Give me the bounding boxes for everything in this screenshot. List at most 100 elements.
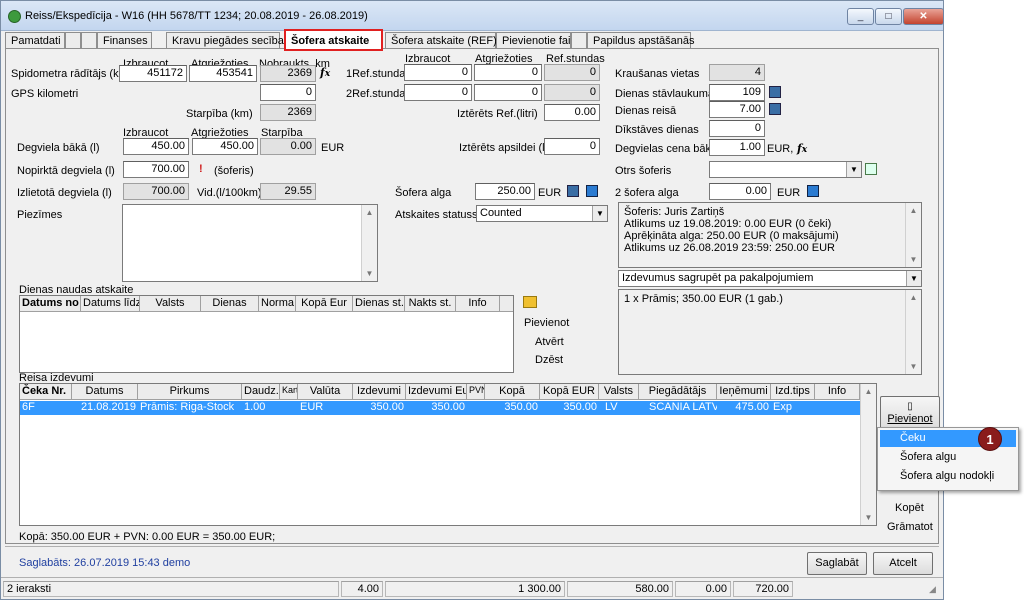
ref1-start-field[interactable]: 0 <box>404 64 472 81</box>
scroll-down-icon[interactable]: ▼ <box>906 252 921 267</box>
scroll-down-icon[interactable]: ▼ <box>906 359 921 374</box>
expense-copy-button[interactable]: Kopēt <box>895 502 924 514</box>
calculator-icon[interactable] <box>567 185 579 197</box>
tab-pievienotie-faili[interactable]: Pievienotie faili <box>496 32 575 49</box>
minimize-button[interactable]: _ <box>847 8 874 25</box>
driver-salary-field[interactable]: 250.00 <box>475 183 535 200</box>
tab-kravu-piegades-seciba[interactable]: Kravu piegādes secība <box>166 32 284 49</box>
formula-icon[interactable]: fx <box>797 142 807 155</box>
exp-col[interactable]: Pirkums <box>138 384 242 400</box>
exp-col[interactable]: Kopā <box>485 384 540 400</box>
menu-item-driver-salary[interactable]: Šofera algu <box>880 449 1016 466</box>
notes-textarea[interactable]: ▲ ▼ <box>122 204 378 282</box>
daily-col[interactable]: Nakts st. <box>405 296 456 312</box>
daily-grid[interactable]: Datums no Datums līdz Valsts Dienas Norm… <box>19 295 514 373</box>
exp-col[interactable]: Info <box>815 384 860 400</box>
exp-col[interactable]: Čeka Nr. <box>20 384 72 400</box>
fuel-tank-start-field[interactable]: 450.00 <box>123 138 189 155</box>
tab-blank-3[interactable] <box>571 32 587 49</box>
dropdown-arrow-icon[interactable]: ▼ <box>906 271 921 286</box>
dropdown-arrow-icon[interactable]: ▼ <box>846 162 861 177</box>
export-icon[interactable] <box>586 185 598 197</box>
formula-icon[interactable]: fx <box>320 66 330 79</box>
export-icon[interactable] <box>807 185 819 197</box>
dropdown-arrow-icon[interactable]: ▼ <box>592 206 607 221</box>
resize-grip-icon[interactable]: ◢ <box>929 584 936 595</box>
calculator-icon[interactable] <box>769 103 781 115</box>
search-icon[interactable] <box>865 163 877 175</box>
summary-scrollbar[interactable]: ▲ ▼ <box>905 203 921 267</box>
daily-col[interactable]: Datums līdz <box>81 296 140 312</box>
ref-used-field[interactable]: 0.00 <box>544 104 600 121</box>
tab-blank-2[interactable] <box>81 32 97 49</box>
daily-col[interactable]: Valsts <box>140 296 201 312</box>
scroll-down-icon[interactable]: ▼ <box>861 510 876 525</box>
daily-col[interactable]: Dienas st. <box>353 296 405 312</box>
exp-col[interactable]: Kopā EUR <box>540 384 599 400</box>
daily-col[interactable]: Kopā Eur <box>296 296 353 312</box>
exp-col[interactable]: Izdevumi Eur <box>406 384 467 400</box>
notes-scrollbar[interactable]: ▲ ▼ <box>361 205 377 281</box>
exp-col[interactable]: Izdevumi <box>353 384 406 400</box>
close-button[interactable]: ✕ <box>903 8 944 25</box>
exp-col[interactable]: Piegādātājs <box>639 384 717 400</box>
scroll-up-icon[interactable]: ▲ <box>906 203 921 218</box>
scroll-up-icon[interactable]: ▲ <box>861 384 876 399</box>
ref2-end-field[interactable]: 0 <box>474 84 542 101</box>
scroll-down-icon[interactable]: ▼ <box>362 266 377 281</box>
exp-col[interactable]: Izd.tips <box>771 384 815 400</box>
daily-delete-button[interactable]: Dzēst <box>535 354 563 366</box>
save-button[interactable]: Saglabāt <box>807 552 867 575</box>
exp-col[interactable]: Datums <box>72 384 138 400</box>
tab-papildus-apstasanas[interactable]: Papildus apstāšanās <box>587 32 695 49</box>
days-stand-field[interactable]: 109 <box>709 84 765 101</box>
exp-col[interactable]: Ieņēmumi <box>717 384 771 400</box>
tab-sofera-atskaite-ref[interactable]: Šofera atskaite (REF) <box>385 32 497 49</box>
report-status-combo[interactable]: Counted ▼ <box>476 205 608 222</box>
group-expenses-combo[interactable]: Izdevumus sagrupēt pa pakalpojumiem ▼ <box>618 270 922 287</box>
tab-blank-1[interactable] <box>65 32 81 49</box>
tab-finanses[interactable]: Finanses <box>97 32 152 49</box>
daily-col[interactable]: Dienas <box>201 296 259 312</box>
book-icon[interactable] <box>523 296 537 308</box>
calculator-icon[interactable] <box>769 86 781 98</box>
menu-item-driver-salary-tax[interactable]: Šofera algu nodokļi <box>880 468 1016 485</box>
exp-col[interactable]: Daudz. <box>242 384 280 400</box>
daily-col[interactable]: Datums no <box>20 296 81 312</box>
expenses-grid[interactable]: Čeka Nr. Datums Pirkums Daudz. Karte Val… <box>19 383 877 526</box>
exp-col[interactable]: Karte <box>280 384 298 400</box>
expenses-scrollbar[interactable]: ▲ ▼ <box>860 384 876 525</box>
fuel-price-field[interactable]: 1.00 <box>709 139 765 156</box>
exp-col[interactable]: Valūta <box>298 384 353 400</box>
pin-icon[interactable]: ! <box>199 163 203 175</box>
maximize-button[interactable]: □ <box>875 8 902 25</box>
second-driver-combo[interactable]: ▼ <box>709 161 862 178</box>
expense-book-button[interactable]: Grāmatot <box>887 521 933 533</box>
exp-col[interactable]: Valsts <box>599 384 639 400</box>
exp-col[interactable]: PVN <box>467 384 485 400</box>
odo-end-field[interactable]: 453541 <box>189 65 257 82</box>
idle-days-field[interactable]: 0 <box>709 120 765 137</box>
tab-sofera-atskaite[interactable]: Šofera atskaite <box>284 29 383 51</box>
daily-col[interactable]: Norma <box>259 296 296 312</box>
heating-field[interactable]: 0 <box>544 138 600 155</box>
daily-col[interactable]: Info <box>456 296 500 312</box>
expense-add-button[interactable]: ▯ Pievienot <box>880 396 940 430</box>
scroll-up-icon[interactable]: ▲ <box>906 290 921 305</box>
second-salary-field[interactable]: 0.00 <box>709 183 771 200</box>
title-bar[interactable]: Reiss/Ekspedīcija - W16 (HH 5678/TT 1234… <box>1 1 944 31</box>
odo-start-field[interactable]: 451172 <box>119 65 187 82</box>
scroll-up-icon[interactable]: ▲ <box>362 205 377 220</box>
cancel-button[interactable]: Atcelt <box>873 552 933 575</box>
fuel-bought-field[interactable]: 700.00 <box>123 161 189 178</box>
gps-field[interactable]: 0 <box>260 84 316 101</box>
ref2-start-field[interactable]: 0 <box>404 84 472 101</box>
ref1-end-field[interactable]: 0 <box>474 64 542 81</box>
days-trip-field[interactable]: 7.00 <box>709 101 765 118</box>
services-scrollbar[interactable]: ▲ ▼ <box>905 290 921 374</box>
table-row[interactable]: 6F 21.08.2019 Prāmis: Riga-Stock 1.00 EU… <box>20 401 860 415</box>
daily-open-button[interactable]: Atvērt <box>535 336 564 348</box>
fuel-tank-end-field[interactable]: 450.00 <box>192 138 258 155</box>
tab-pamatdati[interactable]: Pamatdati <box>5 32 65 49</box>
daily-add-button[interactable]: Pievienot <box>524 317 569 329</box>
